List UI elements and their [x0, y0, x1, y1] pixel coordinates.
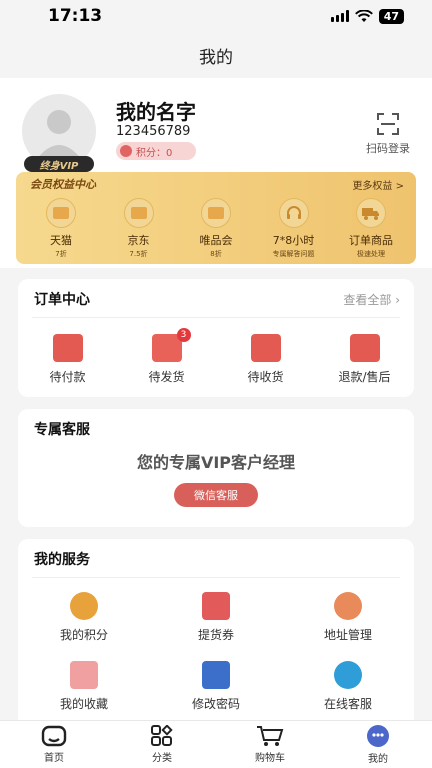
exclusive-service-title: 专属客服: [34, 422, 90, 438]
truck-icon: [356, 198, 386, 228]
my-services-title: 我的服务: [34, 552, 90, 568]
points-pill[interactable]: 积分：0: [116, 142, 196, 160]
coin-icon: [120, 145, 132, 157]
order-item-label: 待付款: [49, 370, 86, 384]
vip-item-label: 天猫: [50, 234, 72, 247]
delivery-truck-icon: [250, 334, 281, 362]
bottom-tab-bar: 首页 分类 购物车 我的: [0, 720, 432, 768]
vip-item-jd[interactable]: 京东 7.5折: [104, 198, 174, 259]
points-label: 积分：0: [136, 147, 173, 159]
favorite-icon: [70, 661, 98, 689]
vip-item-support[interactable]: 7*8小时 专属解答问题: [259, 198, 329, 259]
profile-icon: [367, 725, 389, 747]
chat-icon: [334, 661, 362, 689]
service-label: 修改密码: [191, 697, 240, 711]
tab-label: 分类: [152, 753, 172, 764]
home-icon: [41, 725, 67, 747]
count-badge: 3: [176, 328, 191, 342]
tools-icon: [349, 334, 380, 362]
category-icon: [151, 725, 173, 746]
order-pending-payment[interactable]: 待付款: [28, 334, 108, 385]
order-center-title: 订单中心: [34, 292, 90, 308]
service-label: 我的积分: [59, 628, 108, 642]
cart-icon: [257, 726, 284, 746]
password-icon: [202, 661, 230, 689]
service-coupon[interactable]: 提货券: [150, 592, 282, 643]
vip-benefits-card: 会员权益中心 更多权益 > 天猫 7折 京东 7.5折 唯品会 8折 7*8小时…: [16, 172, 416, 264]
coins-icon: [70, 592, 98, 620]
discount-tag-icon: [123, 198, 154, 228]
vip-item-sub: 8折: [210, 250, 222, 258]
service-label: 我的收藏: [59, 697, 108, 711]
service-online-support[interactable]: 在线客服: [282, 661, 414, 712]
vip-item-label: 京东: [127, 234, 150, 247]
vip-item-sub: 专属解答问题: [272, 250, 315, 258]
status-bar: 17:13 47: [0, 0, 432, 32]
status-time: 17:13: [48, 6, 103, 26]
more-benefits-link[interactable]: 更多权益 >: [352, 177, 404, 192]
service-my-points[interactable]: 我的积分: [18, 592, 150, 643]
tab-category[interactable]: 分类: [108, 721, 216, 768]
vip-item-vip-shop[interactable]: 唯品会 8折: [181, 198, 251, 259]
vip-badge: 终身VIP: [24, 156, 94, 172]
vip-item-sub: 7.5折: [129, 250, 148, 258]
order-center-card: 订单中心 查看全部 › 待付款 3 待发货 待收货 退款/售后: [18, 279, 414, 397]
vip-title: 会员权益中心: [30, 178, 96, 191]
vip-item-label: 唯品会: [199, 234, 233, 247]
vip-item-sub: 极速处理: [357, 250, 385, 258]
profile-header: 终身VIP 我的名字 123456789 积分：0 扫码登录 会员权益中心 更多…: [0, 78, 432, 268]
view-all-orders-link[interactable]: 查看全部 ›: [343, 291, 400, 308]
service-address[interactable]: 地址管理: [282, 592, 414, 643]
order-pending-receipt[interactable]: 待收货: [226, 334, 306, 385]
vip-item-sub: 7折: [55, 250, 67, 258]
exclusive-service-card: 专属客服 您的专属VIP客户经理 微信客服: [18, 409, 414, 527]
vip-item-tmall[interactable]: 天猫 7折: [26, 198, 96, 259]
scan-login-button[interactable]: 扫码登录: [366, 112, 410, 156]
tab-label: 首页: [44, 753, 64, 764]
tab-home[interactable]: 首页: [0, 721, 108, 768]
location-icon: [334, 592, 362, 620]
service-favorites[interactable]: 我的收藏: [18, 661, 150, 712]
status-icons: 47: [330, 8, 404, 24]
user-id: 123456789: [116, 124, 191, 139]
vip-item-label: 订单商品: [349, 234, 393, 247]
tab-cart[interactable]: 购物车: [216, 721, 324, 768]
tab-label: 购物车: [255, 753, 285, 764]
order-item-label: 待发货: [148, 370, 185, 384]
user-name: 我的名字: [116, 100, 196, 124]
order-pending-shipment[interactable]: 3 待发货: [127, 328, 207, 385]
wallet-icon: [52, 334, 83, 362]
headset-icon: [278, 198, 309, 228]
order-refund[interactable]: 退款/售后: [325, 334, 405, 385]
service-label: 在线客服: [323, 697, 372, 711]
order-item-label: 退款/售后: [338, 370, 391, 384]
battery-indicator: 47: [378, 8, 404, 24]
scan-icon: [377, 113, 399, 135]
order-item-label: 待收货: [247, 370, 284, 384]
service-label: 提货券: [197, 628, 234, 642]
signal-icon: [330, 10, 349, 22]
tab-label: 我的: [368, 754, 388, 765]
vip-manager-text: 您的专属VIP客户经理: [136, 453, 296, 472]
wechat-service-button[interactable]: 微信客服: [174, 483, 258, 507]
service-label: 地址管理: [323, 628, 372, 642]
page-title: 我的: [0, 32, 432, 78]
tab-profile[interactable]: 我的: [324, 721, 432, 768]
vip-item-label: 7*8小时: [272, 234, 315, 247]
coupon-icon: [202, 592, 230, 620]
discount-tag-icon: [46, 198, 76, 228]
scan-login-label: 扫码登录: [366, 142, 410, 155]
discount-tag-icon: [201, 198, 231, 228]
wifi-icon: [354, 9, 373, 22]
my-services-card: 我的服务 我的积分 提货券 地址管理 我的收藏 修改密码 在线客服: [18, 539, 414, 739]
service-change-password[interactable]: 修改密码: [150, 661, 282, 712]
vip-item-fast-order[interactable]: 订单商品 极速处理: [336, 198, 406, 259]
